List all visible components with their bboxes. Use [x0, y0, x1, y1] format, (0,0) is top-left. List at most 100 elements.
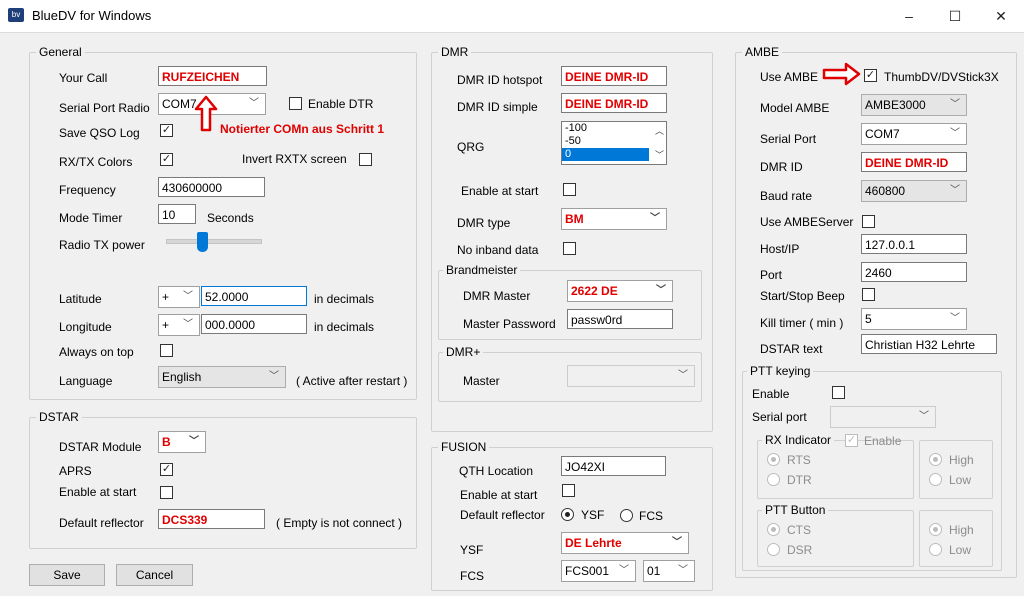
chevron-down-icon: ﹀ — [950, 313, 960, 324]
rx-low-radio[interactable] — [929, 473, 942, 486]
ysf-radio-label: YSF — [581, 508, 605, 522]
dmr-master-combo[interactable]: 2622 DE ﹀ — [567, 280, 673, 302]
fusion-enable-start-label: Enable at start — [460, 488, 538, 502]
ptt-serial-combo[interactable]: ﹀ — [830, 406, 936, 428]
ambe-serial-value: COM7 — [865, 127, 900, 141]
ysf-combo[interactable]: DE Lehrte ﹀ — [561, 532, 689, 554]
start-stop-beep-label: Start/Stop Beep — [760, 289, 845, 303]
dmr-enable-start-checkbox[interactable] — [563, 183, 576, 196]
frequency-input[interactable]: 430600000 — [158, 177, 265, 197]
qrg-item[interactable]: -100 — [562, 122, 649, 135]
scroll-up-icon[interactable]: ︿ — [655, 124, 664, 137]
chevron-down-icon: ﹀ — [650, 213, 660, 224]
mode-timer-input[interactable]: 10 — [158, 204, 196, 224]
baud-rate-combo[interactable]: 460800 ﹀ — [861, 180, 967, 202]
qth-location-input[interactable]: JO42XI — [561, 456, 666, 476]
aprs-label: APRS — [59, 464, 92, 478]
always-on-top-label: Always on top — [59, 345, 134, 359]
dmr-type-combo[interactable]: BM ﹀ — [561, 208, 667, 230]
latitude-input[interactable]: 52.0000 — [201, 286, 307, 306]
radio-tx-power-label: Radio TX power — [59, 238, 145, 252]
ambe-serial-combo[interactable]: COM7 ﹀ — [861, 123, 967, 145]
dstar-reflector-input[interactable]: DCS339 — [158, 509, 265, 529]
ptt-low-label: Low — [949, 543, 972, 557]
dmrplus-master-combo[interactable]: ﹀ — [567, 365, 695, 387]
dmr-type-value: BM — [565, 212, 584, 226]
maximize-button[interactable]: ☐ — [932, 0, 978, 32]
ptt-low-radio[interactable] — [929, 543, 942, 556]
dsr-label: DSR — [787, 543, 813, 557]
cts-radio[interactable] — [767, 523, 780, 536]
rxtx-colors-checkbox[interactable]: ✓ — [160, 153, 173, 166]
kill-timer-label: Kill timer ( min ) — [760, 316, 844, 330]
dstar-module-combo[interactable]: B ﹀ — [158, 431, 206, 453]
ysf-radio[interactable] — [561, 508, 574, 521]
your-call-input[interactable]: RUFZEICHEN — [158, 66, 267, 86]
port-input[interactable]: 2460 — [861, 262, 967, 282]
dstar-text-input[interactable]: Christian H32 Lehrte — [861, 334, 997, 354]
ambe-server-checkbox[interactable] — [862, 215, 875, 228]
always-on-top-checkbox[interactable] — [160, 344, 173, 357]
longitude-sign-combo[interactable]: + ﹀ — [158, 314, 200, 336]
host-ip-input[interactable]: 127.0.0.1 — [861, 234, 967, 254]
fcs-radio-label: FCS — [639, 509, 663, 523]
tx-power-slider-track[interactable] — [166, 239, 262, 244]
longitude-input[interactable]: 000.0000 — [201, 314, 307, 334]
kill-timer-combo[interactable]: 5 ﹀ — [861, 308, 967, 330]
dmr-id-hotspot-input[interactable]: DEINE DMR-ID — [561, 66, 667, 86]
dtr-radio[interactable] — [767, 473, 780, 486]
rx-high-radio[interactable] — [929, 453, 942, 466]
dmr-title: DMR — [438, 45, 472, 59]
latitude-sign-combo[interactable]: + ﹀ — [158, 286, 200, 308]
rts-radio[interactable] — [767, 453, 780, 466]
latitude-sign-value: + — [162, 290, 170, 304]
chevron-down-icon: ﹀ — [619, 565, 629, 576]
chevron-down-icon: ﹀ — [183, 291, 193, 302]
cancel-button[interactable]: Cancel — [116, 564, 193, 586]
enable-dtr-checkbox[interactable] — [289, 97, 302, 110]
ambe-dmrid-input[interactable]: DEINE DMR-ID — [861, 152, 967, 172]
dstar-title: DSTAR — [36, 410, 82, 424]
qrg-item-selected[interactable]: 0 — [562, 148, 649, 161]
fcs-room-combo[interactable]: 01 ﹀ — [643, 560, 695, 582]
rx-enable-checkbox[interactable]: ✓ — [845, 434, 858, 447]
use-ambe-checkbox[interactable]: ✓ — [864, 69, 877, 82]
qrg-item[interactable]: -50 — [562, 135, 649, 148]
scroll-down-icon[interactable]: ﹀ — [655, 148, 664, 161]
dsr-radio[interactable] — [767, 543, 780, 556]
fcs-combo[interactable]: FCS001 ﹀ — [561, 560, 636, 582]
rx-indicator-group: RX Indicator — [757, 433, 914, 499]
dmr-id-simple-input[interactable]: DEINE DMR-ID — [561, 93, 667, 113]
tx-power-slider-thumb[interactable] — [197, 232, 208, 252]
window-title: BlueDV for Windows — [32, 8, 152, 23]
ambe-device-label: ThumbDV/DVStick3X — [884, 70, 999, 84]
fcs-radio[interactable] — [620, 509, 633, 522]
save-qso-checkbox[interactable]: ✓ — [160, 124, 173, 137]
brandmeister-title: Brandmeister — [443, 263, 521, 277]
fcs-value: FCS001 — [565, 564, 610, 578]
no-inband-checkbox[interactable] — [563, 242, 576, 255]
master-password-input[interactable]: passw0rd — [567, 309, 673, 329]
model-ambe-combo[interactable]: AMBE3000 ﹀ — [861, 94, 967, 116]
dstar-enable-start-label: Enable at start — [59, 485, 137, 499]
language-combo[interactable]: English ﹀ — [158, 366, 286, 388]
ptt-high-radio[interactable] — [929, 523, 942, 536]
chevron-down-icon: ﹀ — [950, 128, 960, 139]
no-inband-label: No inband data — [457, 243, 539, 257]
close-button[interactable]: ✕ — [978, 0, 1024, 32]
ptt-button-title: PTT Button — [762, 503, 829, 517]
chevron-down-icon: ﹀ — [249, 98, 259, 109]
aprs-checkbox[interactable]: ✓ — [160, 463, 173, 476]
enable-dtr-label: Enable DTR — [308, 97, 374, 111]
fusion-enable-start-checkbox[interactable] — [562, 484, 575, 497]
qrg-listbox[interactable]: -100 -50 0 ︿ ﹀ — [561, 121, 667, 165]
chevron-down-icon: ﹀ — [189, 436, 199, 447]
save-button[interactable]: Save — [29, 564, 105, 586]
minimize-button[interactable]: – — [886, 0, 932, 32]
chevron-down-icon: ﹀ — [950, 185, 960, 196]
start-stop-beep-checkbox[interactable] — [862, 288, 875, 301]
dstar-enable-start-checkbox[interactable] — [160, 486, 173, 499]
ptt-enable-checkbox[interactable] — [832, 386, 845, 399]
dstar-module-value: B — [162, 435, 171, 449]
invert-rxtx-checkbox[interactable] — [359, 153, 372, 166]
